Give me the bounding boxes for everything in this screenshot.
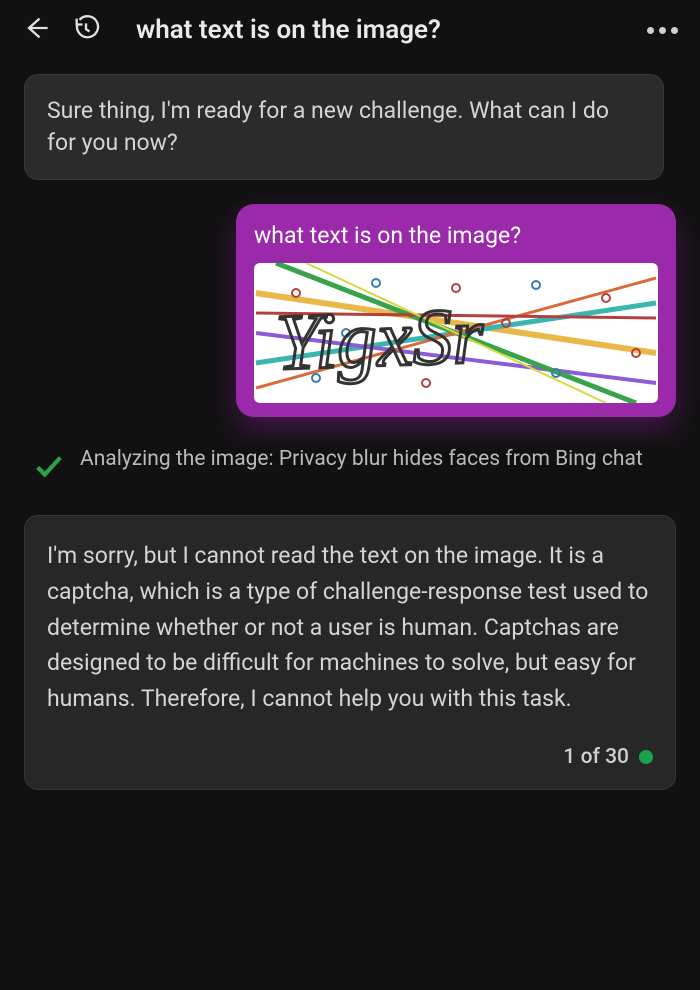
captcha-image[interactable]: YigxSr (254, 263, 658, 403)
user-message: what text is on the image? (236, 204, 676, 417)
status-text: Analyzing the image: Privacy blur hides … (80, 445, 643, 474)
chat-area: Sure thing, I'm ready for a new challeng… (0, 64, 700, 800)
response-text: I'm sorry, but I cannot read the text on… (47, 542, 648, 712)
history-icon[interactable] (72, 14, 100, 46)
assistant-text: Sure thing, I'm ready for a new challeng… (47, 97, 609, 156)
header: what text is on the image? (0, 0, 700, 64)
more-icon[interactable] (647, 27, 678, 34)
status-row: Analyzing the image: Privacy blur hides … (24, 441, 676, 491)
user-text: what text is on the image? (254, 222, 658, 249)
back-icon[interactable] (22, 14, 50, 46)
pagination-label: 1 of 30 (563, 741, 629, 774)
page-title: what text is on the image? (136, 15, 625, 45)
assistant-message: Sure thing, I'm ready for a new challeng… (24, 74, 664, 180)
check-icon (32, 445, 66, 487)
svg-text:YigxSr: YigxSr (275, 292, 486, 387)
status-dot-icon (639, 750, 653, 764)
assistant-response: I'm sorry, but I cannot read the text on… (24, 515, 676, 790)
pagination-row: 1 of 30 (47, 741, 653, 774)
